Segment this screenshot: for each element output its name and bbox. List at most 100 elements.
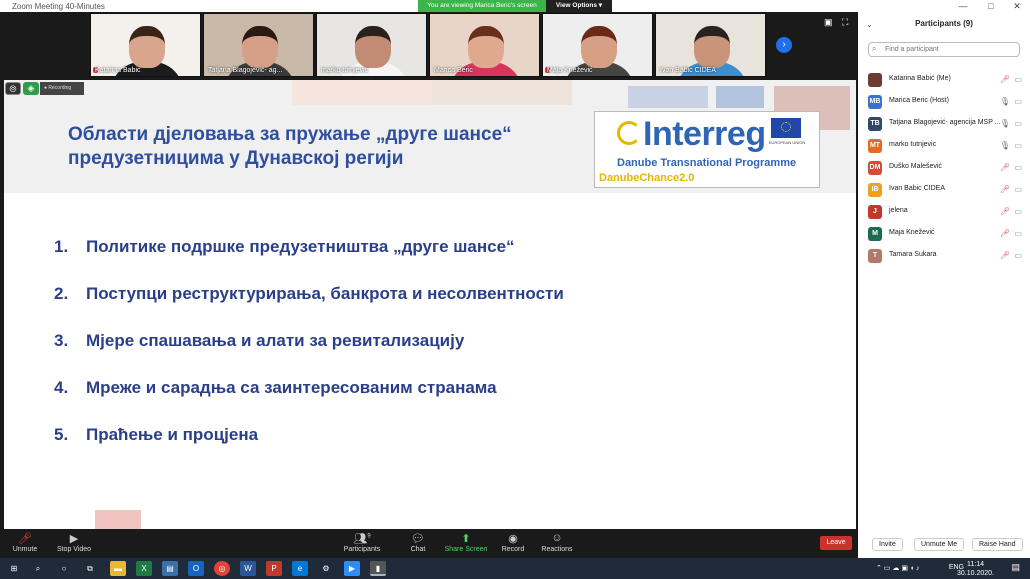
shield-icon[interactable]: ◈ bbox=[23, 82, 39, 95]
active-app-icon[interactable]: ▮ bbox=[370, 561, 386, 576]
invite-button[interactable]: Invite bbox=[872, 538, 903, 551]
share-screen-icon: ⬆︎ bbox=[461, 533, 471, 545]
participant-head bbox=[694, 26, 730, 68]
meeting-toolbar: 🎤︎ Unmute ▶︎ Stop Video 👥︎9 Participants 💬︎… bbox=[0, 529, 858, 558]
item-text: Политике подршке предузетништва „друге ш… bbox=[86, 237, 515, 256]
participant-row[interactable]: MB Marica Beric (Host) 🎙︎ ▭ bbox=[858, 92, 1030, 114]
slide-list-item: 3. Мјере спашавања и алати за ревитализац… bbox=[54, 331, 464, 351]
video-thumbnail[interactable]: Ivan Babic CIDEA bbox=[655, 13, 766, 77]
reactions-button[interactable]: ☺︎ Reactions bbox=[540, 532, 574, 553]
outlook-icon[interactable]: O bbox=[188, 561, 204, 576]
maximize-icon[interactable]: □ bbox=[978, 0, 1004, 12]
participant-head bbox=[468, 26, 504, 68]
pdf-icon[interactable]: P bbox=[266, 561, 282, 576]
bleed-through-strip bbox=[292, 80, 432, 105]
video-thumbnail[interactable]: Katarina Babić bbox=[90, 13, 201, 77]
notifications-icon[interactable]: ▤ bbox=[1011, 562, 1020, 573]
thumbnail-name: Marica Beric bbox=[434, 67, 473, 74]
chrome-icon[interactable]: ◎ bbox=[214, 561, 230, 576]
eu-label: EUROPEAN UNION bbox=[768, 140, 806, 145]
leave-button[interactable]: Leave bbox=[820, 536, 852, 550]
cortana-icon[interactable]: ○ bbox=[56, 561, 72, 576]
excel-icon[interactable]: X bbox=[136, 561, 152, 576]
logo-word: Interreg bbox=[643, 115, 766, 153]
chat-button[interactable]: 💬︎ Chat bbox=[406, 532, 430, 553]
thumbnail-name: Maja Knežević bbox=[547, 67, 593, 74]
task-view-icon[interactable]: ⧉ bbox=[82, 561, 98, 576]
participant-head bbox=[581, 26, 617, 68]
shared-screen-slide: Области дјеловања за пружање „друге шанс… bbox=[4, 80, 856, 529]
close-icon[interactable]: ✕ bbox=[1004, 0, 1030, 12]
unmute-button[interactable]: 🎤︎ Unmute bbox=[8, 532, 42, 553]
participant-row[interactable]: Jjelena 🎤︎ ▭ bbox=[858, 202, 1030, 224]
word-icon[interactable]: W bbox=[240, 561, 256, 576]
video-camera-icon: ▶︎ bbox=[69, 533, 79, 545]
gallery-view-icon[interactable]: ▣ bbox=[824, 17, 833, 28]
thumbnail-name: Ivan Babic CIDEA bbox=[660, 67, 717, 74]
mic-muted-icon: 🎤︎ bbox=[999, 229, 1010, 238]
item-number: 1. bbox=[54, 237, 69, 256]
avatar: J bbox=[868, 205, 882, 219]
avatar: MB bbox=[868, 95, 882, 109]
participant-row[interactable]: DM Duško Malešević 🎤︎ ▭ bbox=[858, 158, 1030, 180]
viewing-banner: You are viewing Marica Beric's screen bbox=[418, 0, 546, 12]
minimize-icon[interactable]: — bbox=[950, 0, 976, 12]
item-number: 5. bbox=[54, 425, 69, 444]
raise-hand-button[interactable]: Raise Hand bbox=[972, 538, 1023, 551]
video-icon: ▭ bbox=[1014, 141, 1022, 150]
window-title: Zoom Meeting 40-Minutes bbox=[12, 1, 105, 11]
participants-button[interactable]: 👥︎9 Participants bbox=[342, 532, 382, 553]
system-tray-icons[interactable]: ⌃ ▭ ☁ ▣ ◖ ♪ bbox=[876, 564, 920, 572]
unmute-me-button[interactable]: Unmute Me bbox=[914, 538, 965, 551]
collapse-chevron-icon[interactable]: ⌄ bbox=[866, 20, 873, 29]
edge-icon[interactable]: e bbox=[292, 561, 308, 576]
files-icon[interactable]: ▤ bbox=[162, 561, 178, 576]
avatar: M bbox=[868, 227, 882, 241]
mic-icon: 🎙︎ bbox=[999, 119, 1010, 128]
participant-row[interactable]: Katarina Babić (Me) 🎤︎ ▭ bbox=[858, 70, 1030, 92]
search-icon[interactable]: ⌕ bbox=[30, 561, 46, 576]
view-options-button[interactable]: View Options ▾ bbox=[546, 0, 612, 12]
file-explorer-icon[interactable]: ▬ bbox=[110, 561, 126, 576]
interreg-logo: Interreg EUROPEAN UNION Danube Transnati… bbox=[594, 111, 820, 188]
video-icon: ▭ bbox=[1014, 97, 1022, 106]
video-thumbnail[interactable]: marko tutnjevic bbox=[316, 13, 427, 77]
participant-row[interactable]: M Maja Knežević 🎤︎ ▭ bbox=[858, 224, 1030, 246]
zoom-icon[interactable]: ▶ bbox=[344, 561, 360, 576]
video-thumbnail[interactable]: Marica Beric bbox=[429, 13, 540, 77]
video-icon: ▭ bbox=[1014, 163, 1022, 172]
slide-list-item: 4. Мреже и сарадња са заинтересованим стр… bbox=[54, 378, 497, 398]
participant-row[interactable]: T Tamara Sukara 🎤︎ ▭ bbox=[858, 246, 1030, 268]
record-icon: ◉ bbox=[508, 533, 518, 545]
clock[interactable]: 11:14 30.10.2020. bbox=[957, 560, 994, 578]
recording-indicator: ● Recording bbox=[40, 82, 84, 95]
start-icon[interactable]: ⊞ bbox=[6, 561, 22, 576]
video-icon: ▭ bbox=[1014, 75, 1022, 84]
participant-row[interactable]: TB Tatjana Blagojević- agencija MSP ... 🎙︎… bbox=[858, 114, 1030, 136]
video-thumbnail[interactable]: Tatjana Blagojević- ag... bbox=[203, 13, 314, 77]
slide-list-item: 2. Поступци реструктурирања, банкрота и н… bbox=[54, 284, 564, 304]
avatar bbox=[868, 73, 882, 87]
participant-row[interactable]: IB Ivan Babic CIDEA 🎤︎ ▭ bbox=[858, 180, 1030, 202]
stop-video-button[interactable]: ▶︎ Stop Video bbox=[56, 532, 92, 553]
video-thumbnail[interactable]: Maja Knežević bbox=[542, 13, 653, 77]
participant-name: marko tutnjevic bbox=[889, 141, 937, 148]
participants-panel: Participants (9) ⌄ Find a participant ⌕ … bbox=[858, 12, 1030, 558]
bleed-through-strip bbox=[432, 80, 572, 105]
security-icon[interactable]: ⦾ bbox=[5, 82, 21, 95]
project-name: DanubeChance2.0 bbox=[599, 172, 695, 184]
avatar: T bbox=[868, 249, 882, 263]
record-button[interactable]: ◉ Record bbox=[500, 532, 526, 553]
item-number: 3. bbox=[54, 331, 69, 350]
next-page-button[interactable]: › bbox=[776, 37, 792, 53]
participant-search-input[interactable]: Find a participant bbox=[868, 42, 1020, 57]
mic-icon: 🎙︎ bbox=[999, 97, 1010, 106]
fullscreen-icon[interactable]: ⛶ bbox=[842, 17, 848, 28]
share-screen-button[interactable]: ⬆︎ Share Screen bbox=[444, 532, 488, 553]
participant-name: Tamara Sukara bbox=[889, 251, 937, 258]
participant-head bbox=[242, 26, 278, 68]
settings-icon[interactable]: ⚙ bbox=[318, 561, 334, 576]
bleed-through-strip bbox=[628, 86, 708, 108]
participant-name: Ivan Babic CIDEA bbox=[889, 185, 946, 192]
participant-row[interactable]: MT marko tutnjevic 🎙︎ ▭ bbox=[858, 136, 1030, 158]
